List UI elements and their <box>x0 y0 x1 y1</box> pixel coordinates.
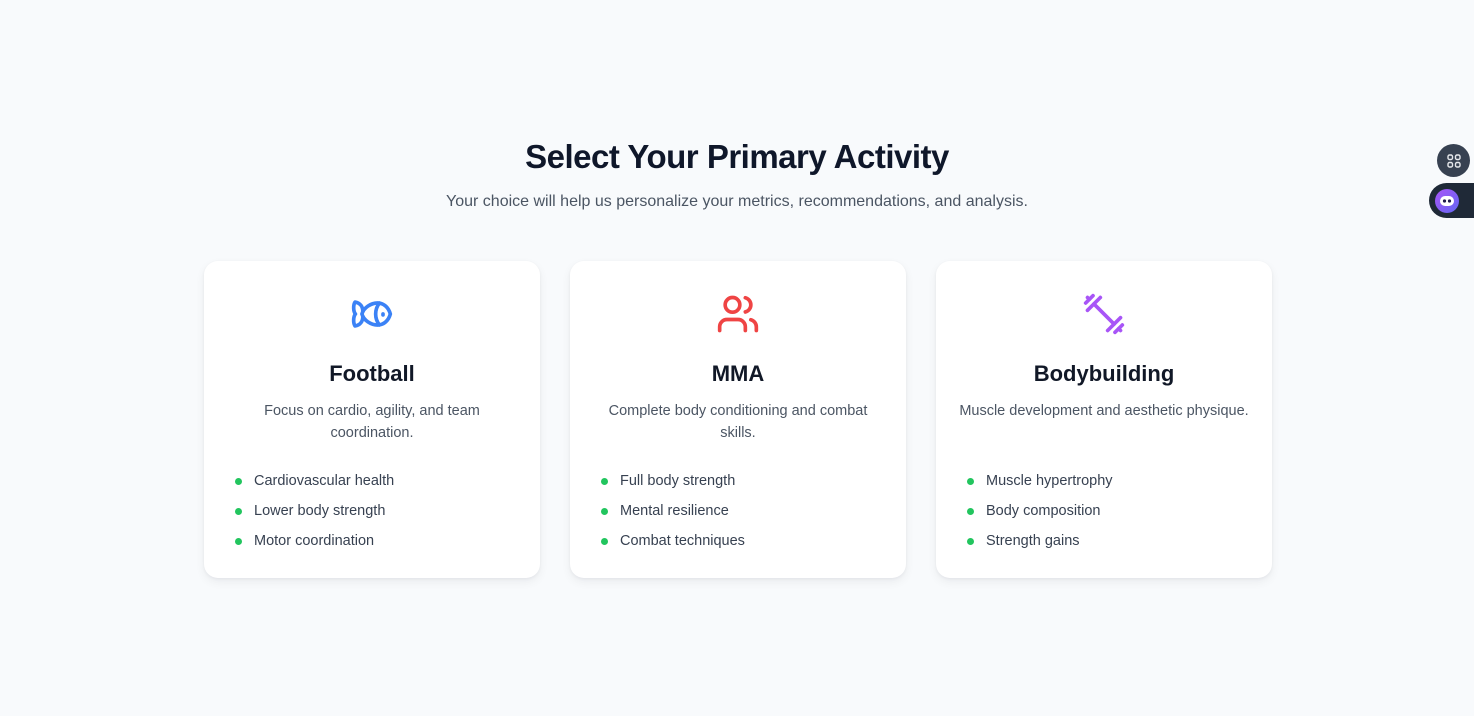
apps-grid-icon <box>1446 153 1461 168</box>
bullet-dot-icon <box>601 537 608 545</box>
feature-label: Mental resilience <box>620 503 729 519</box>
fish-icon <box>204 292 540 336</box>
dumbbell-icon <box>936 292 1272 336</box>
list-item: Body composition <box>967 496 1113 526</box>
list-item: Muscle hypertrophy <box>967 466 1113 496</box>
page: Select Your Primary Activity Your choice… <box>0 0 1474 716</box>
feature-label: Combat techniques <box>620 533 745 549</box>
list-item: Lower body strength <box>235 496 394 526</box>
card-description: Muscle development and aesthetic physiqu… <box>959 403 1249 419</box>
activity-card-bodybuilding[interactable]: Bodybuilding Muscle development and aest… <box>936 261 1272 578</box>
card-title: Bodybuilding <box>1033 361 1175 386</box>
feature-label: Full body strength <box>620 473 736 489</box>
feature-list: Muscle hypertrophy Body composition Stre… <box>967 466 1113 556</box>
page-title: Select Your Primary Activity <box>525 138 949 175</box>
card-title: MMA <box>711 361 765 386</box>
feature-label: Body composition <box>986 503 1101 519</box>
bullet-dot-icon <box>601 477 608 485</box>
feature-label: Motor coordination <box>254 533 375 549</box>
card-title: Football <box>329 361 415 386</box>
card-description: Focus on cardio, agility, and team coord… <box>264 403 480 441</box>
activity-card-football[interactable]: Football Focus on cardio, agility, and t… <box>204 261 540 578</box>
list-item: Combat techniques <box>601 526 745 556</box>
activity-card-mma[interactable]: MMA Complete body conditioning and comba… <box>570 261 906 578</box>
assistant-launcher-button[interactable] <box>1429 183 1474 218</box>
activity-cards: Football Focus on cardio, agility, and t… <box>204 261 1272 578</box>
card-description: Complete body conditioning and combat sk… <box>608 403 868 441</box>
list-item: Mental resilience <box>601 496 745 526</box>
list-item: Full body strength <box>601 466 745 496</box>
page-subtitle: Your choice will help us personalize you… <box>446 193 1028 210</box>
list-item: Strength gains <box>967 526 1113 556</box>
list-item: Cardiovascular health <box>235 466 394 496</box>
bullet-dot-icon <box>235 537 242 545</box>
bullet-dot-icon <box>235 477 242 485</box>
feature-label: Muscle hypertrophy <box>986 473 1113 489</box>
feature-label: Lower body strength <box>254 503 386 519</box>
feature-list: Cardiovascular health Lower body strengt… <box>235 466 394 556</box>
bullet-dot-icon <box>967 477 974 485</box>
feature-label: Strength gains <box>986 533 1080 549</box>
feature-list: Full body strength Mental resilience Com… <box>601 466 745 556</box>
feature-label: Cardiovascular health <box>254 473 395 489</box>
list-item: Motor coordination <box>235 526 394 556</box>
users-icon <box>570 292 906 336</box>
bullet-dot-icon <box>967 507 974 515</box>
bullet-dot-icon <box>235 507 242 515</box>
bullet-dot-icon <box>601 507 608 515</box>
bullet-dot-icon <box>967 537 974 545</box>
apps-grid-button[interactable] <box>1437 144 1470 177</box>
assistant-robot-icon <box>1435 188 1459 213</box>
